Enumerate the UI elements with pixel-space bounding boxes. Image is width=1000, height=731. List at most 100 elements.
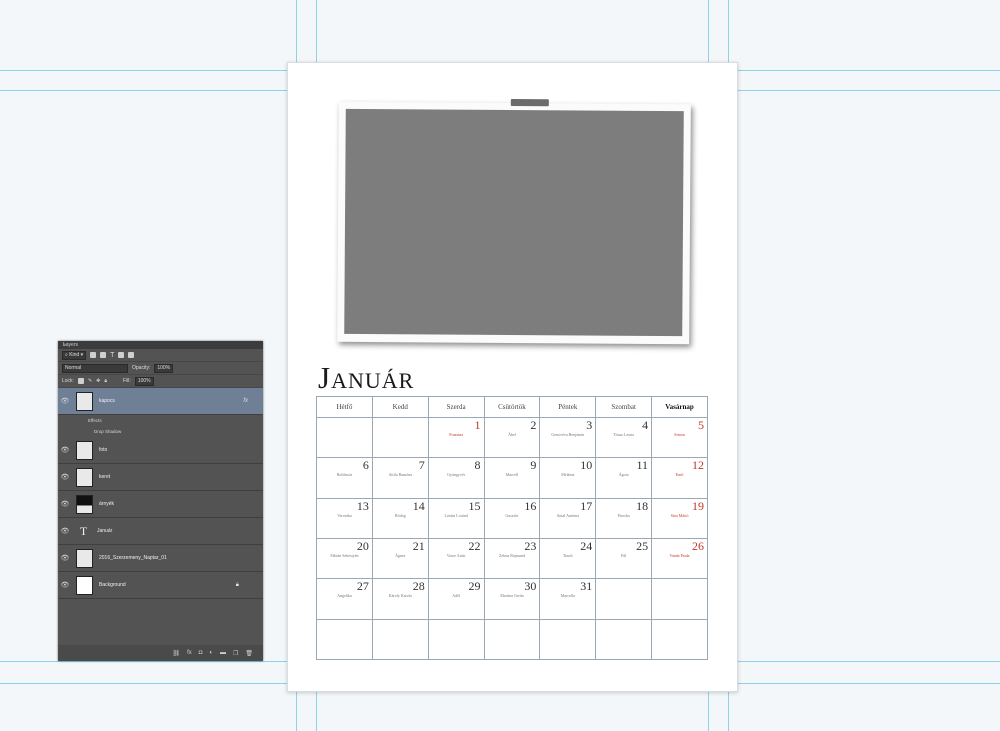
layer-row[interactable]: 👁︎ kapocs fx [58, 388, 263, 415]
day-number: 25 [636, 538, 649, 553]
layer-row[interactable]: 👁︎ árnyék [58, 491, 263, 518]
visibility-eye-icon[interactable]: 👁︎ [58, 446, 72, 454]
blend-mode-select[interactable]: Normal [62, 363, 128, 373]
lock-move-icon[interactable]: ✥ [96, 378, 100, 384]
visibility-eye-icon[interactable]: 👁︎ [58, 554, 72, 562]
filter-kind-select[interactable]: ⌕ Kind ▾ [62, 350, 87, 360]
calendar-day-cell: 27 Angelika [316, 578, 373, 620]
weekday-header: Csütörtök [483, 396, 541, 418]
layer-thumbnail [76, 391, 93, 411]
day-number: 30 [524, 579, 537, 594]
month-title-initial: J [318, 360, 332, 395]
pixel-filter-icon[interactable] [90, 352, 97, 358]
calendar-day-cell: 10 Melánia [539, 457, 597, 499]
drop-shadow-row[interactable]: Drop Shadow [58, 426, 263, 437]
layer-fx-icon[interactable]: fx [243, 398, 248, 404]
weekday-header: Vasárnap [651, 396, 708, 418]
calendar-day-cell: 20 Fábián Sebestyén [316, 537, 373, 580]
month-title: JANUÁR [318, 360, 414, 396]
layer-name[interactable]: árnyék [99, 501, 114, 507]
calendar-day-cell: 24 Timót [539, 537, 597, 580]
layer-name[interactable]: 2016_Szerzemeny_Naptar_01 [99, 555, 167, 561]
layer-thumbnail [76, 548, 93, 568]
visibility-eye-icon[interactable]: 👁︎ [58, 473, 72, 481]
day-number: 31 [580, 579, 593, 594]
visibility-eye-icon[interactable]: 👁︎ [58, 500, 72, 508]
day-number: 24 [580, 538, 593, 553]
calendar-day-cell [316, 416, 373, 459]
calendar-week-row: 6 Boldizsár 7 Attila Ramóna 8 Gyöngyvér 9 Marce… [316, 457, 708, 499]
day-number: 18 [636, 498, 649, 513]
day-number: 12 [692, 458, 704, 473]
layer-name[interactable]: foto [99, 447, 107, 453]
calendar-day-cell: 6 Boldizsár [316, 457, 373, 499]
day-number: 16 [524, 498, 537, 513]
day-number: 23 [524, 538, 537, 553]
weekday-header: Szombat [595, 396, 653, 418]
layer-name[interactable]: keret [99, 474, 110, 480]
name-day: Ábel [508, 432, 516, 437]
visibility-eye-icon[interactable]: 👁︎ [58, 581, 72, 589]
name-day: Antal Antónia [556, 512, 580, 518]
fill-field[interactable]: 100% [134, 376, 154, 386]
shape-filter-icon[interactable] [118, 352, 125, 358]
lock-brush-icon[interactable]: ✎ [88, 378, 92, 384]
calendar-day-cell: 30 Martina Gerda [483, 578, 541, 620]
layer-row[interactable]: 👁︎ foto [58, 437, 263, 464]
blend-row: Normal Opacity: 100% [58, 362, 263, 375]
day-number: 7 [418, 458, 425, 473]
collapse-icon[interactable]: » [63, 342, 259, 348]
layer-name[interactable]: kapocs [99, 398, 115, 404]
calendar-day-cell: 26 Vanda Paula [651, 537, 708, 580]
calendar-week-row: 20 Fábián Sebestyén 21 Ágnes 22 Vince Artúr 23… [316, 537, 708, 580]
new-group-icon[interactable]: ▬ [220, 650, 226, 656]
calendar-day-cell: 25 Pál [595, 537, 653, 580]
photo-frame[interactable] [337, 98, 691, 345]
layer-row[interactable]: 👁︎ Background 🔒︎ [58, 572, 263, 599]
adjustment-filter-icon[interactable] [100, 352, 107, 358]
new-layer-icon[interactable]: ❐ [233, 650, 238, 657]
calendar-body: 1 Fruzsina 2 Ábel 3 Genovéva Benjámin 4 Titusz … [316, 416, 708, 661]
layer-name[interactable]: Background [99, 582, 126, 588]
layer-lock-icon: 🔒︎ [235, 581, 239, 588]
effects-row[interactable]: Effects [58, 415, 263, 426]
layers-panel[interactable]: Layers » ⌕ Kind ▾ T Normal Opacity: 100%… [58, 341, 263, 661]
day-number: 10 [580, 458, 593, 473]
add-style-icon[interactable]: fx [187, 650, 192, 656]
opacity-field[interactable]: 100% [154, 363, 174, 373]
day-number: 29 [468, 579, 481, 594]
visibility-eye-icon[interactable]: 👁︎ [58, 527, 72, 535]
layer-row[interactable]: 👁︎ 2016_Szerzemeny_Naptar_01 [58, 545, 263, 572]
link-layers-icon[interactable]: ⛓ [172, 650, 180, 657]
name-day: Simon [674, 432, 685, 437]
day-number: 6 [362, 458, 369, 473]
calendar-day-cell: 28 Károly Karola [371, 578, 429, 620]
calendar-week-row: 13 Veronika 14 Bódog 15 Lóránt Loránd 16 Gusztá… [316, 497, 708, 539]
layer-name[interactable]: Január [97, 528, 112, 534]
calendar-day-cell [427, 618, 485, 661]
lock-all-icon[interactable]: 🔒︎ [104, 378, 107, 384]
photo-placeholder[interactable] [344, 108, 684, 337]
name-day: Genovéva Benjámin [551, 432, 585, 437]
adjustment-layer-icon[interactable]: ◐ [209, 650, 213, 656]
visibility-eye-icon[interactable]: 👁︎ [58, 397, 72, 405]
type-filter-icon[interactable]: T [110, 352, 114, 359]
layers-footer: ⛓ fx ◘ ◐ ▬ ❐ 🗑︎ [58, 645, 263, 661]
day-number: 13 [356, 498, 369, 513]
calendar-day-cell: 21 Ágnes [371, 537, 429, 580]
name-day: Zelma Rajmund [499, 552, 525, 558]
name-day: Károly Karola [388, 593, 412, 599]
layers-panel-titlebar[interactable]: Layers » [58, 341, 263, 349]
name-day: Vince Artúr [446, 552, 466, 558]
calendar-day-cell [316, 618, 373, 661]
weekday-header: Péntek [539, 396, 597, 418]
name-day: Piroska [617, 512, 630, 518]
add-mask-icon[interactable]: ◘ [199, 650, 203, 656]
delete-layer-icon[interactable]: 🗑︎ [245, 650, 253, 657]
calendar-week-row [316, 618, 708, 661]
layer-row[interactable]: 👁︎ keret [58, 464, 263, 491]
layer-row[interactable]: 👁︎ T Január [58, 518, 263, 545]
smart-object-filter-icon[interactable] [128, 352, 135, 358]
lock-transparent-icon[interactable] [77, 378, 84, 384]
filter-kind-label: Kind [69, 352, 80, 358]
